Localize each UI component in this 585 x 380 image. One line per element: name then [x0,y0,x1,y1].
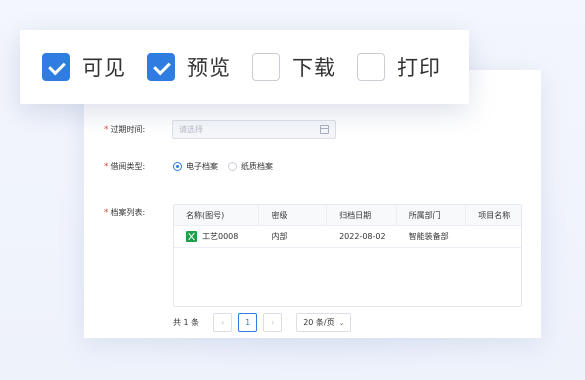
permission-download-label: 下载 [292,56,336,80]
prev-page-button[interactable]: ‹ [213,313,233,332]
expire-date-picker[interactable]: 请选择 [172,120,336,139]
required-mark: * [104,161,109,172]
table-row[interactable]: 工艺0008 内部 2022-08-02 智能装备部 [174,226,521,248]
archive-list-label-row: * 档案列表: [104,207,145,218]
expire-time-label-row: * 过期时间: [104,124,145,135]
cell-name: 工艺0008 [174,226,259,247]
next-page-button[interactable]: › [263,313,283,332]
permission-preview[interactable]: 预览 [147,52,231,82]
column-header-secret[interactable]: 密级 [259,205,328,225]
permission-visible[interactable]: 可见 [42,52,126,82]
permission-visible-label: 可见 [82,56,126,80]
archive-list-label: 档案列表: [110,208,146,217]
cell-date: 2022-08-02 [339,232,386,241]
radio-paper-archive[interactable]: 纸质档案 [228,161,273,172]
column-header-name[interactable]: 名称(图号) [174,205,260,225]
radio-electronic-label: 电子档案 [186,162,218,171]
chevron-down-icon: ⌄ [338,318,345,327]
cell-dept: 智能装备部 [408,232,449,241]
column-header-dept[interactable]: 所属部门 [397,205,467,225]
cell-project [466,226,521,247]
required-mark: * [104,124,109,135]
archive-table: 名称(图号) 密级 归档日期 所属部门 项目名称 工艺0008 内部 2022-… [173,204,522,307]
checkbox-checked-icon[interactable] [42,53,70,81]
radio-unselected-icon [228,162,237,171]
pagination: 共 1 条 ‹ 1 › 20 条/页 ⌄ [173,313,352,332]
required-mark: * [104,207,109,218]
page-size-value: 20 条/页 [303,318,335,327]
permission-download[interactable]: 下载 [252,52,336,82]
permission-card: 可见 预览 下载 打印 [20,30,469,104]
excel-file-icon [186,231,197,242]
radio-selected-icon [173,162,182,171]
total-count: 共 1 条 [173,318,200,327]
radio-electronic-archive[interactable]: 电子档案 [173,161,218,172]
page-size-select[interactable]: 20 条/页 ⌄ [296,313,352,332]
expire-date-placeholder: 请选择 [179,125,203,134]
permission-preview-label: 预览 [187,56,231,80]
borrow-type-label: 借阅类型: [110,162,146,171]
permission-print[interactable]: 打印 [357,52,441,82]
file-name: 工艺0008 [202,232,239,241]
calendar-icon [320,125,329,134]
checkbox-checked-icon[interactable] [147,53,175,81]
expire-time-label: 过期时间: [110,125,146,134]
table-header: 名称(图号) 密级 归档日期 所属部门 项目名称 [174,205,521,226]
page-1-button[interactable]: 1 [238,313,258,332]
radio-paper-label: 纸质档案 [241,162,273,171]
column-header-date[interactable]: 归档日期 [327,205,397,225]
borrow-type-radio-group: 电子档案 纸质档案 [173,161,283,172]
column-header-project[interactable]: 项目名称 [466,205,521,225]
checkbox-unchecked-icon[interactable] [252,53,280,81]
permission-print-label: 打印 [397,56,441,80]
cell-secret: 内部 [271,232,288,241]
checkbox-unchecked-icon[interactable] [357,53,385,81]
borrow-type-label-row: * 借阅类型: [104,161,145,172]
